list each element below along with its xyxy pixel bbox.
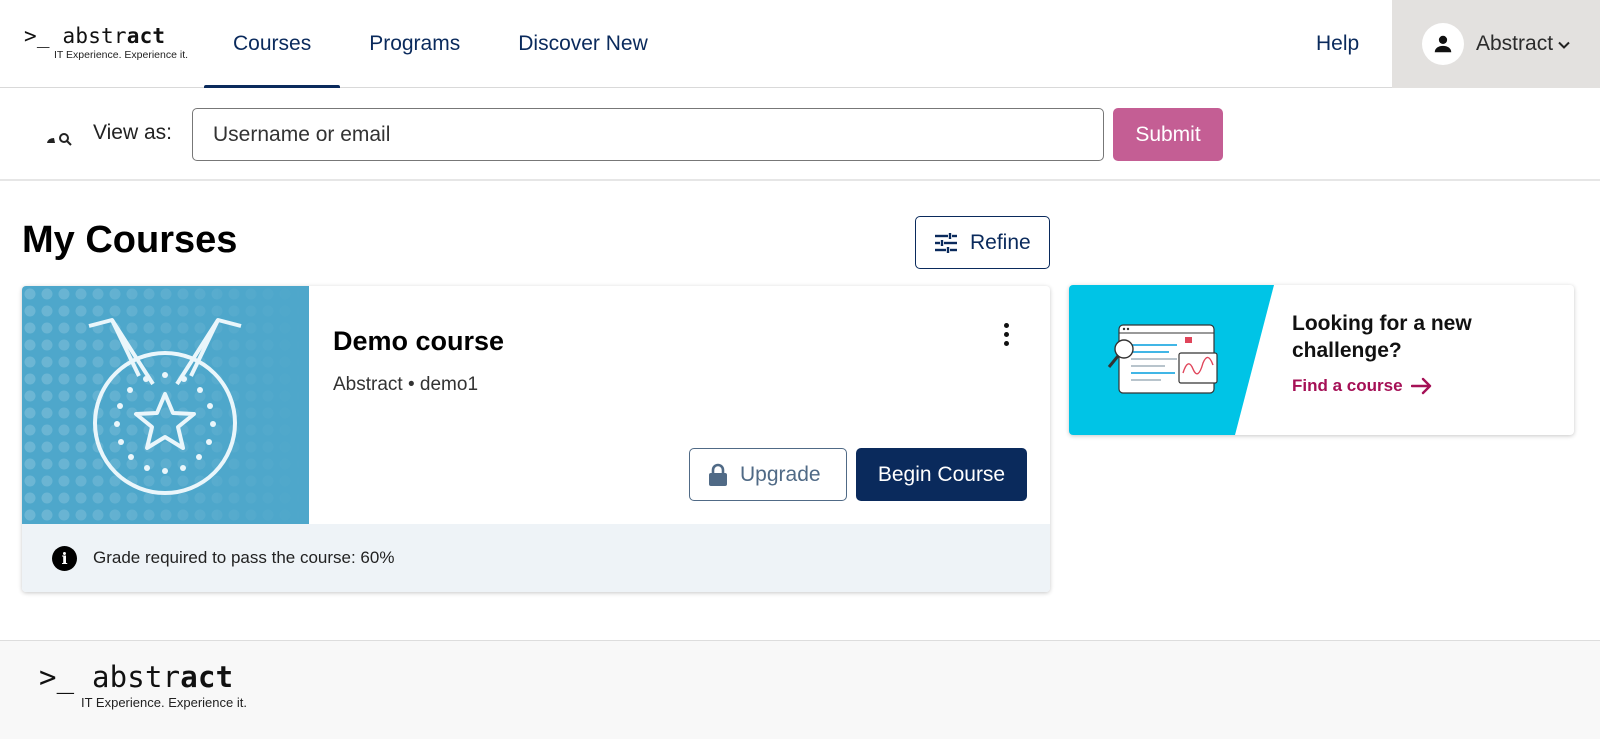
find-a-course-link[interactable]: Find a course bbox=[1292, 376, 1433, 396]
main-nav: Courses Programs Discover New bbox=[204, 0, 677, 88]
logo-tagline: IT Experience. Experience it. bbox=[54, 49, 189, 61]
masquerade-icon bbox=[47, 133, 72, 146]
course-footer: i Grade required to pass the course: 60% bbox=[22, 524, 1050, 592]
nav-programs[interactable]: Programs bbox=[340, 0, 489, 88]
help-link[interactable]: Help bbox=[1316, 0, 1359, 88]
avatar bbox=[1422, 23, 1464, 65]
upgrade-label: Upgrade bbox=[740, 462, 821, 486]
page-title: My Courses bbox=[22, 219, 238, 261]
course-code: demo1 bbox=[419, 374, 479, 395]
meta-separator: • bbox=[407, 374, 415, 395]
footer-logo[interactable]: >_ abstract IT Experience. Experience it… bbox=[39, 661, 247, 710]
chevron-down-icon bbox=[1558, 41, 1570, 49]
user-name: Abstract bbox=[1476, 32, 1554, 55]
nav-discover-new[interactable]: Discover New bbox=[489, 0, 677, 88]
course-title[interactable]: Demo course bbox=[333, 326, 504, 357]
view-as-label: View as: bbox=[93, 121, 172, 144]
find-a-course-label: Find a course bbox=[1292, 376, 1403, 395]
lock-icon bbox=[709, 463, 727, 486]
more-options-icon[interactable] bbox=[992, 319, 1020, 349]
view-as-input[interactable] bbox=[192, 108, 1104, 161]
upgrade-button[interactable]: Upgrade bbox=[689, 448, 847, 501]
promo-title: Looking for a new challenge? bbox=[1292, 312, 1472, 362]
user-menu[interactable]: Abstract bbox=[1392, 0, 1600, 88]
course-image bbox=[22, 286, 309, 524]
promo-card: Looking for a new challenge? Find a cour… bbox=[1069, 285, 1574, 435]
submit-button[interactable]: Submit bbox=[1113, 108, 1223, 161]
header-logo[interactable]: >_ abstract IT Experience. Experience it… bbox=[24, 24, 188, 61]
logo-bold: act bbox=[126, 24, 166, 48]
refine-button[interactable]: Refine bbox=[915, 216, 1050, 269]
footer-logo-tagline: IT Experience. Experience it. bbox=[81, 695, 247, 710]
begin-course-button[interactable]: Begin Course bbox=[856, 448, 1027, 501]
footer-logo-prefix: >_ abstr bbox=[39, 660, 181, 694]
medal-star-icon bbox=[22, 286, 309, 524]
course-org: Abstract bbox=[333, 374, 403, 395]
search-browser-illustration-icon bbox=[1069, 285, 1274, 435]
sliders-icon bbox=[935, 232, 957, 253]
user-icon bbox=[1434, 35, 1452, 53]
refine-label: Refine bbox=[970, 230, 1031, 254]
logo-prefix: >_ abstr bbox=[24, 24, 127, 48]
footer-logo-bold: act bbox=[180, 660, 234, 694]
nav-courses[interactable]: Courses bbox=[204, 0, 341, 88]
site-footer: >_ abstract IT Experience. Experience it… bbox=[0, 640, 1600, 739]
course-card: Demo course Abstract • demo1 Upgrade Beg… bbox=[22, 286, 1050, 592]
footer-logo-wordmark: >_ abstract bbox=[39, 661, 247, 693]
site-header: >_ abstract IT Experience. Experience it… bbox=[0, 0, 1600, 88]
grade-requirement: Grade required to pass the course: 60% bbox=[93, 548, 395, 567]
info-icon: i bbox=[52, 545, 77, 571]
arrow-right-icon bbox=[1410, 377, 1431, 395]
course-meta: Abstract • demo1 bbox=[333, 374, 478, 396]
logo-wordmark: >_ abstract bbox=[24, 24, 188, 48]
